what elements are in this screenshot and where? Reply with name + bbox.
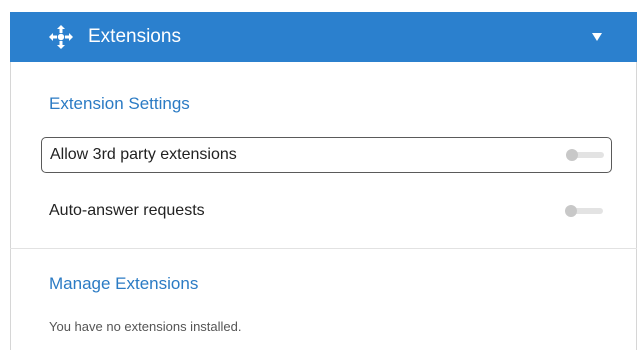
chevron-down-icon[interactable]: [591, 30, 603, 42]
section-divider: [10, 248, 637, 249]
auto-answer-requests-label: Auto-answer requests: [49, 202, 205, 219]
manage-extensions-heading: Manage Extensions: [49, 274, 199, 293]
no-extensions-message: You have no extensions installed.: [49, 319, 242, 334]
toggle-track: [573, 208, 603, 214]
allow-third-party-extensions-row[interactable]: Allow 3rd party extensions: [41, 137, 612, 173]
extensions-puzzle-icon: [48, 24, 74, 50]
extension-settings-heading: Extension Settings: [49, 94, 190, 113]
auto-answer-requests-toggle[interactable]: [561, 205, 605, 217]
toggle-track: [574, 152, 604, 158]
allow-third-party-extensions-toggle[interactable]: [562, 149, 606, 161]
extensions-panel: Extensions Extension Settings Allow 3rd …: [10, 12, 637, 350]
panel-header[interactable]: Extensions: [10, 12, 637, 62]
toggle-knob: [566, 149, 578, 161]
panel-title: Extensions: [88, 26, 181, 47]
auto-answer-requests-row[interactable]: Auto-answer requests: [41, 194, 612, 230]
allow-third-party-extensions-label: Allow 3rd party extensions: [50, 146, 237, 163]
toggle-knob: [565, 205, 577, 217]
